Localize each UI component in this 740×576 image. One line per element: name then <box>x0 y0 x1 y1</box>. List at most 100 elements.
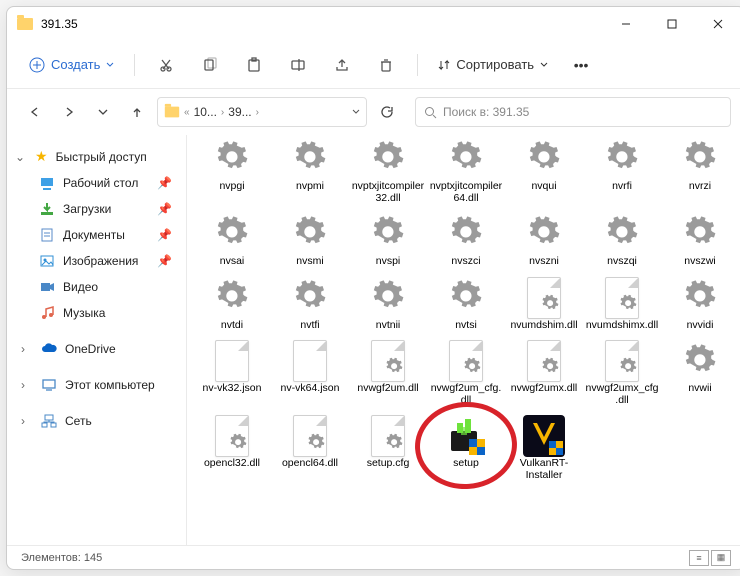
sidebar-item-documents[interactable]: Документы 📌 <box>11 222 182 248</box>
file-name: nv-vk32.json <box>203 383 262 395</box>
file-item[interactable]: nvszni <box>507 210 581 270</box>
paste-button[interactable] <box>235 48 273 82</box>
refresh-button[interactable] <box>373 98 401 126</box>
sidebar-item-video[interactable]: Видео <box>11 274 182 300</box>
desktop-icon <box>39 175 55 191</box>
file-name: opencl32.dll <box>204 458 260 470</box>
file-item[interactable]: nvszwi <box>663 210 737 270</box>
sidebar-item-pictures[interactable]: Изображения 📌 <box>11 248 182 274</box>
file-item[interactable]: opencl64.dll <box>273 412 347 483</box>
file-item[interactable]: nvrzi <box>663 135 737 206</box>
file-icon <box>210 137 254 181</box>
chevron-down-icon[interactable] <box>352 108 360 116</box>
file-item[interactable]: nvptxjitcompiler32.dll <box>351 135 425 206</box>
breadcrumb-segment[interactable]: 10... <box>194 105 217 119</box>
sidebar-item-network[interactable]: › Сеть <box>11 408 182 434</box>
sidebar-item-desktop[interactable]: Рабочий стол 📌 <box>11 170 182 196</box>
minimize-button[interactable] <box>603 7 649 41</box>
file-item[interactable]: setup <box>429 412 503 483</box>
rename-button[interactable] <box>279 48 317 82</box>
quick-access[interactable]: ⌄ ★ Быстрый доступ <box>11 143 182 170</box>
file-name: nvtdi <box>221 320 243 332</box>
sidebar-item-label: Документы <box>63 228 125 242</box>
file-item[interactable]: nvwii <box>663 337 737 408</box>
pictures-icon <box>39 253 55 269</box>
file-item[interactable]: nvszqi <box>585 210 659 270</box>
create-button[interactable]: Создать <box>21 52 122 78</box>
file-icon <box>210 414 254 458</box>
file-item[interactable]: nvspi <box>351 210 425 270</box>
copy-button[interactable] <box>191 48 229 82</box>
file-item[interactable]: nvszci <box>429 210 503 270</box>
sidebar-item-downloads[interactable]: Загрузки 📌 <box>11 196 182 222</box>
file-icon <box>522 137 566 181</box>
cut-button[interactable] <box>147 48 185 82</box>
file-item[interactable]: nvpmi <box>273 135 347 206</box>
sidebar-item-onedrive[interactable]: › OneDrive <box>11 336 182 362</box>
status-count-label: Элементов: <box>21 552 81 564</box>
maximize-button[interactable] <box>649 7 695 41</box>
file-icon <box>600 137 644 181</box>
file-item[interactable]: setup.cfg <box>351 412 425 483</box>
search-input[interactable]: Поиск в: 391.35 <box>415 97 731 127</box>
file-icon <box>678 339 722 383</box>
file-item[interactable]: nvwgf2umx.dll <box>507 337 581 408</box>
documents-icon <box>39 227 55 243</box>
file-name: nvtsi <box>455 320 477 332</box>
toolbar: Создать Сортировать ••• <box>7 41 740 89</box>
file-item[interactable]: nvwgf2umx_cfg.dll <box>585 337 659 408</box>
file-item[interactable]: nvvidi <box>663 274 737 334</box>
more-button[interactable]: ••• <box>562 48 600 82</box>
file-item[interactable]: nvsai <box>195 210 269 270</box>
chevron-down-icon <box>106 61 114 69</box>
view-icons-button[interactable]: ▦ <box>711 550 731 566</box>
file-item[interactable]: nvwgf2um_cfg.dll <box>429 337 503 408</box>
delete-button[interactable] <box>367 48 405 82</box>
file-icon <box>288 137 332 181</box>
file-item[interactable]: nvwgf2um.dll <box>351 337 425 408</box>
file-item[interactable]: nvumdshimx.dll <box>585 274 659 334</box>
sidebar-item-label: OneDrive <box>65 342 116 356</box>
breadcrumb-segment[interactable]: 39... <box>228 105 251 119</box>
file-name: nvrzi <box>689 181 711 193</box>
chevron-down-icon <box>540 61 548 69</box>
star-icon: ★ <box>35 148 48 165</box>
recent-button[interactable] <box>89 98 117 126</box>
file-item[interactable]: nvqui <box>507 135 581 206</box>
view-details-button[interactable]: ≡ <box>689 550 709 566</box>
file-item[interactable]: nvtfi <box>273 274 347 334</box>
file-icon <box>600 276 644 320</box>
sidebar-item-music[interactable]: Музыка <box>11 300 182 326</box>
file-item[interactable]: nvtdi <box>195 274 269 334</box>
status-count: 145 <box>84 552 102 564</box>
file-name: nvwii <box>688 383 711 395</box>
file-name: nvwgf2um.dll <box>357 383 418 395</box>
file-item[interactable]: VulkanRT-Installer <box>507 412 581 483</box>
file-name: nvtfi <box>300 320 319 332</box>
title-bar[interactable]: 391.35 <box>7 7 740 41</box>
share-button[interactable] <box>323 48 361 82</box>
close-button[interactable] <box>695 7 740 41</box>
music-icon <box>39 305 55 321</box>
file-item[interactable]: nvpgi <box>195 135 269 206</box>
file-icon <box>210 339 254 383</box>
file-name: nv-vk64.json <box>281 383 340 395</box>
breadcrumb[interactable]: « 10... › 39... › <box>157 97 367 127</box>
up-button[interactable] <box>123 98 151 126</box>
file-item[interactable]: nvrfi <box>585 135 659 206</box>
back-button[interactable] <box>21 98 49 126</box>
forward-button[interactable] <box>55 98 83 126</box>
sort-button[interactable]: Сортировать <box>430 52 556 77</box>
file-name: nvptxjitcompiler64.dll <box>429 181 503 204</box>
sidebar-item-this-pc[interactable]: › Этот компьютер <box>11 372 182 398</box>
file-list[interactable]: nvpgi nvpmi nvptxjitcompiler32.dll nvptx… <box>187 135 740 545</box>
file-item[interactable]: nvtnii <box>351 274 425 334</box>
file-item[interactable]: opencl32.dll <box>195 412 269 483</box>
file-item[interactable]: nvumdshim.dll <box>507 274 581 334</box>
file-item[interactable]: nv-vk64.json <box>273 337 347 408</box>
file-item[interactable]: nv-vk32.json <box>195 337 269 408</box>
window-title: 391.35 <box>41 17 78 31</box>
file-item[interactable]: nvsmi <box>273 210 347 270</box>
file-item[interactable]: nvtsi <box>429 274 503 334</box>
file-item[interactable]: nvptxjitcompiler64.dll <box>429 135 503 206</box>
